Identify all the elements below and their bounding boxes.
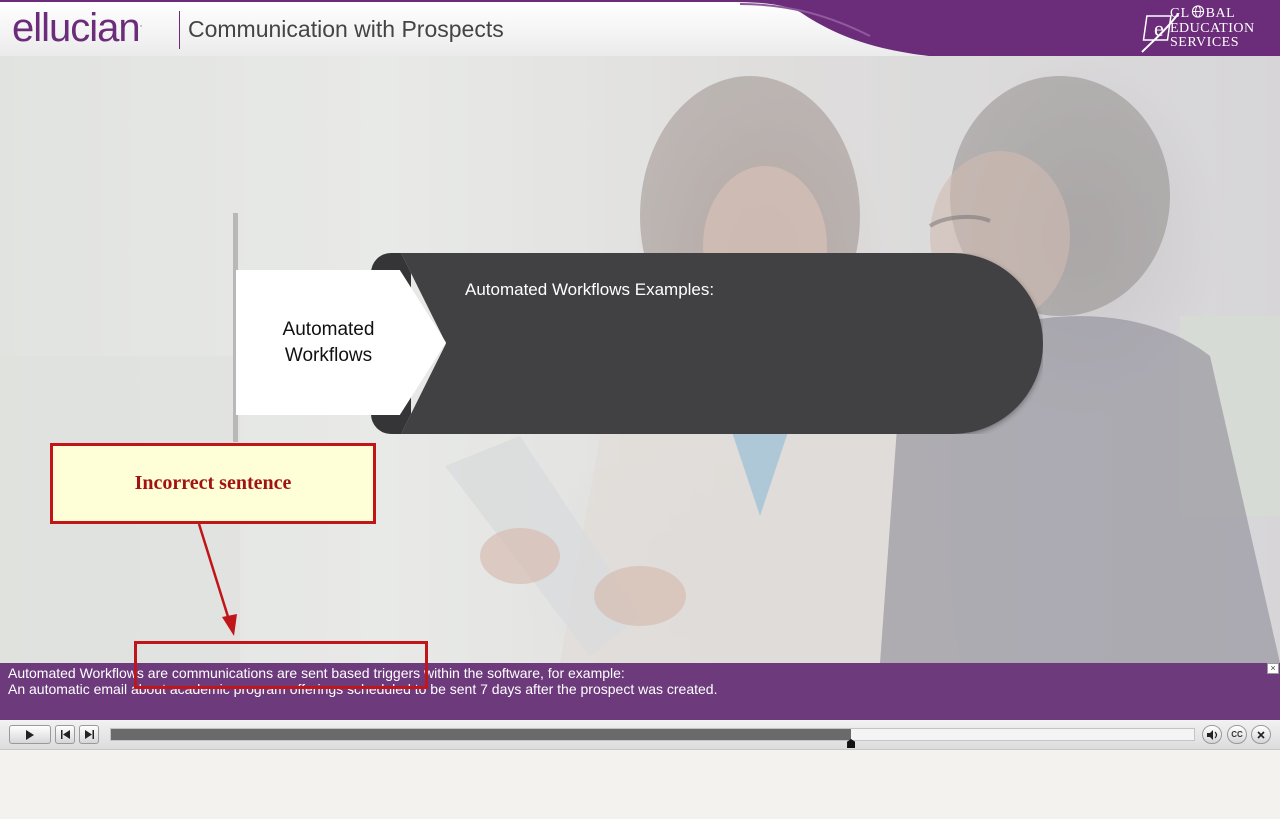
course-title: Communication with Prospects — [188, 16, 504, 42]
player-control-bar: CC — [0, 720, 1280, 750]
next-icon — [84, 730, 94, 739]
progress-fill — [111, 729, 851, 740]
topic-tab-label: Automated Workflows — [256, 317, 401, 369]
ges-line3: SERVICES — [1170, 35, 1240, 50]
logo-text: ellucian — [12, 6, 141, 50]
annotation-highlight-box — [134, 641, 428, 689]
next-slide-button[interactable] — [79, 725, 99, 744]
closed-captions-icon: CC — [1231, 730, 1243, 739]
volume-button[interactable] — [1202, 725, 1222, 744]
svg-text:e: e — [1154, 16, 1164, 41]
volume-icon — [1206, 729, 1217, 740]
globe-icon — [1191, 5, 1204, 18]
closed-captions-button[interactable]: CC — [1227, 725, 1247, 744]
topic-tab-label-line2: Workflows — [284, 345, 373, 366]
examples-panel-title: Automated Workflows Examples: — [465, 280, 715, 299]
exit-icon — [1257, 730, 1265, 739]
logo-trademark: . — [139, 18, 143, 30]
annotation-note: Incorrect sentence — [50, 443, 376, 524]
header-divider — [179, 11, 180, 49]
global-education-services-logo: e GL BAL EDUCATION SERVICES — [1140, 4, 1272, 54]
global-education-text: GL BAL EDUCATION SERVICES — [1170, 5, 1255, 51]
ges-line1-prefix: GL — [1170, 6, 1190, 21]
previous-icon — [60, 730, 70, 739]
caption-close-button[interactable]: × — [1267, 663, 1279, 674]
page-bottom-area — [0, 750, 1280, 819]
topic-tab-label-line1: Automated — [282, 319, 375, 340]
exit-button[interactable] — [1251, 725, 1271, 744]
progress-slider[interactable] — [110, 728, 1195, 741]
ellucian-logo: ellucian. — [12, 6, 142, 51]
slide-stage: Automated Workflows Automated Workflows … — [0, 56, 1280, 663]
ges-line2: EDUCATION — [1170, 20, 1255, 36]
app-header: ellucian. Communication with Prospects e… — [0, 0, 1280, 56]
play-icon — [26, 729, 34, 740]
play-button[interactable] — [9, 725, 51, 744]
annotation-note-text: Incorrect sentence — [134, 472, 292, 494]
previous-slide-button[interactable] — [55, 725, 75, 744]
ges-line1-suffix: BAL — [1205, 6, 1236, 21]
